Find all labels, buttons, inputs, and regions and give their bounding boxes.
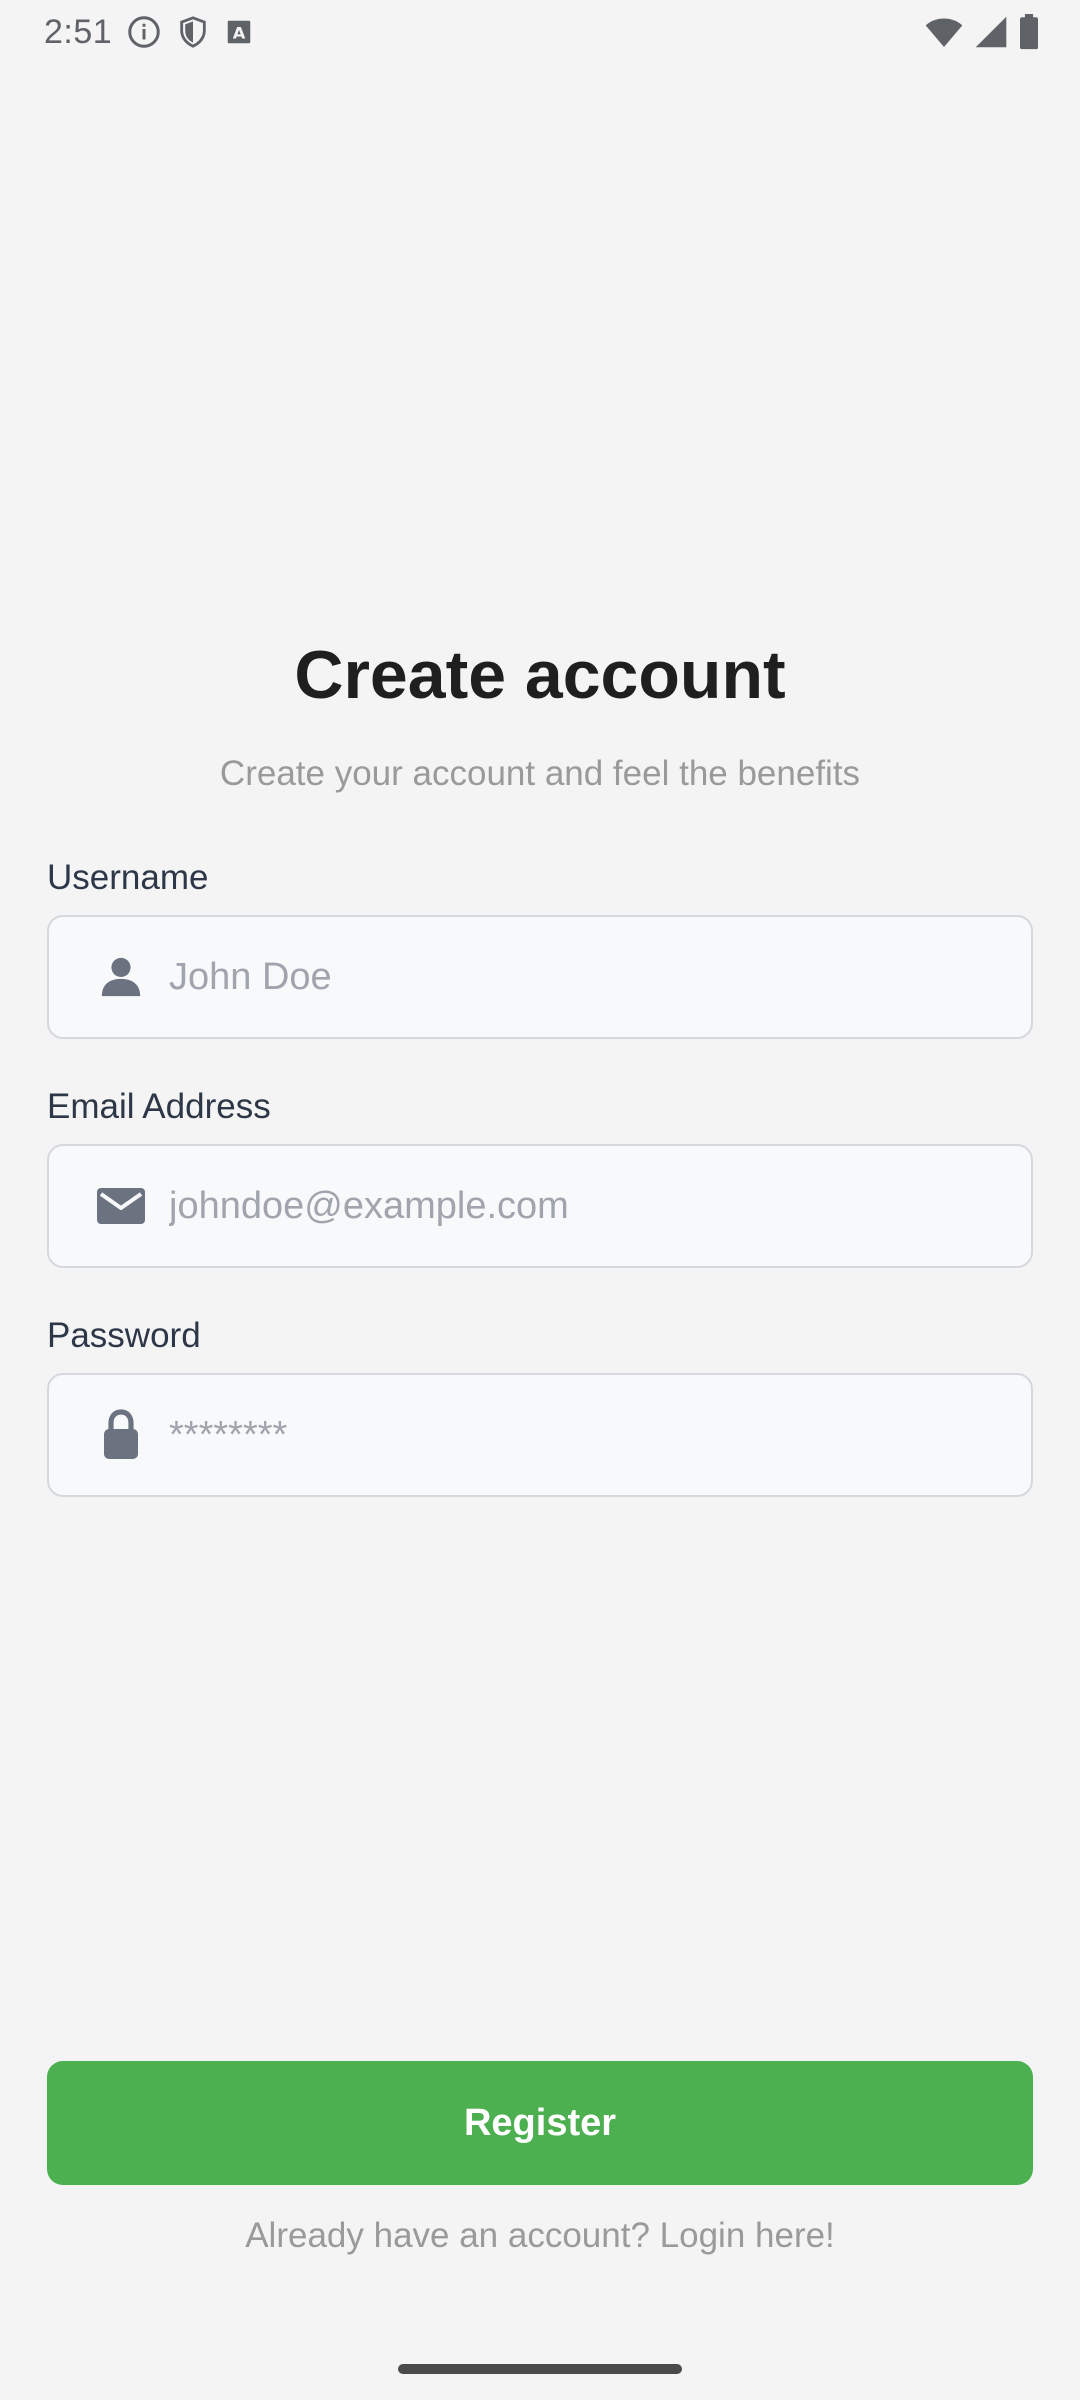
username-label: Username [47, 858, 209, 897]
page-subtitle: Create your account and feel the benefit… [219, 754, 861, 793]
login-link[interactable]: Already have an account? Login here! [0, 2216, 1080, 2256]
page-title: Create account [294, 637, 786, 713]
email-label: Email Address [47, 1087, 271, 1126]
mail-icon [97, 1182, 145, 1230]
signal-icon [974, 15, 1008, 49]
email-field[interactable] [47, 1144, 1033, 1268]
register-button[interactable]: Register [47, 2061, 1033, 2185]
password-label: Password [47, 1316, 201, 1355]
username-input[interactable] [169, 955, 1029, 999]
info-icon [126, 14, 162, 50]
email-input[interactable] [169, 1184, 1029, 1228]
svg-text:A: A [233, 23, 246, 42]
status-right [924, 14, 1040, 50]
battery-icon [1018, 14, 1040, 50]
a-box-icon: A [224, 17, 254, 47]
status-time: 2:51 [44, 12, 113, 51]
wifi-icon [924, 15, 964, 49]
shield-icon [176, 14, 210, 50]
username-field[interactable] [47, 915, 1033, 1039]
home-indicator[interactable] [398, 2364, 682, 2374]
lock-icon [97, 1409, 145, 1459]
password-input[interactable] [169, 1413, 1029, 1457]
status-bar: 2:51 A [0, 0, 1080, 64]
status-left: 2:51 A [44, 13, 254, 52]
register-screen: 2:51 A Create account Create your accoun… [0, 0, 1080, 2400]
password-field[interactable] [47, 1373, 1033, 1497]
person-icon [97, 953, 145, 1001]
